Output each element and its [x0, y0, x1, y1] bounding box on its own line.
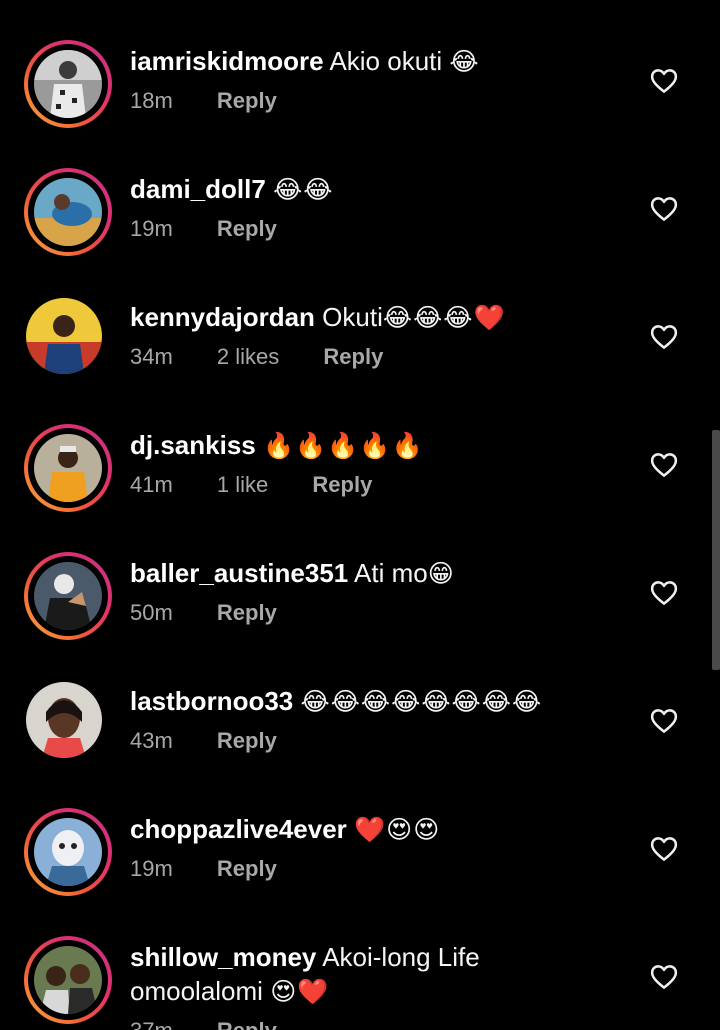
comment-likes[interactable]: 2 likes — [217, 344, 279, 370]
scrollbar[interactable] — [712, 430, 720, 670]
comment-item: choppazlive4ever ❤️😍😍 19m Reply — [0, 808, 720, 936]
comment-emoji: 😂😂😂❤️ — [382, 303, 506, 332]
comment-time: 19m — [130, 856, 173, 881]
comment-emoji: 😂😂😂😂😂😂😂😂 — [300, 687, 543, 716]
comment-emoji: 😂😂 — [273, 175, 334, 204]
avatar[interactable] — [24, 40, 112, 128]
reply-button[interactable]: Reply — [312, 472, 372, 498]
comment-username[interactable]: dami_doll7 — [130, 174, 266, 204]
comment-time: 37m — [130, 1018, 173, 1030]
comment-time: 50m — [130, 600, 173, 625]
comment-text: dj.sankiss 🔥🔥🔥🔥🔥 — [130, 428, 630, 463]
comment-item: kennydajordan Okuti😂😂😂❤️ 34m 2 likes Rep… — [0, 296, 720, 424]
reply-button[interactable]: Reply — [217, 600, 277, 626]
comment-time: 34m — [130, 344, 173, 369]
comment-username[interactable]: lastbornoo33 — [130, 686, 293, 716]
comment-meta: 19m Reply — [130, 856, 315, 882]
heart-outline-icon[interactable] — [649, 450, 679, 480]
comment-username[interactable]: kennydajordan — [130, 302, 315, 332]
comment-username[interactable]: shillow_money — [130, 942, 316, 972]
comment-item: dj.sankiss 🔥🔥🔥🔥🔥 41m 1 like Reply — [0, 424, 720, 552]
comment-emoji: 😂 — [449, 47, 480, 76]
comment-item: baller_austine351 Ati mo😁 50m Reply — [0, 552, 720, 680]
comment-item: dami_doll7 😂😂 19m Reply — [0, 168, 720, 296]
comment-time: 19m — [130, 216, 173, 241]
comment-likes[interactable]: 1 like — [217, 472, 268, 498]
reply-button[interactable]: Reply — [217, 216, 277, 242]
comment-body-continued: omoolalomi — [130, 976, 263, 1006]
comment-emoji: 😁 — [427, 559, 455, 588]
heart-outline-icon[interactable] — [649, 578, 679, 608]
avatar[interactable] — [24, 424, 112, 512]
comment-username[interactable]: dj.sankiss — [130, 430, 256, 460]
comment-item: lastbornoo33 😂😂😂😂😂😂😂😂 43m Reply — [0, 680, 720, 808]
heart-outline-icon[interactable] — [649, 322, 679, 352]
heart-outline-icon[interactable] — [649, 66, 679, 96]
comment-item: shillow_money Akoi-long Life omoolalomi … — [0, 936, 720, 1030]
comment-time: 18m — [130, 88, 173, 113]
comment-body: Akio okuti — [329, 46, 443, 76]
comment-item: iamriskidmoore Akio okuti 😂 18m Reply — [0, 40, 720, 168]
comment-body: Akoi-long Life — [322, 942, 480, 972]
comment-emoji: ❤️😍😍 — [354, 815, 441, 844]
reply-button[interactable]: Reply — [217, 728, 277, 754]
comment-meta: 41m 1 like Reply — [130, 472, 410, 498]
avatar[interactable] — [24, 296, 112, 384]
comment-text: choppazlive4ever ❤️😍😍 — [130, 812, 630, 847]
heart-outline-icon[interactable] — [649, 706, 679, 736]
comment-meta: 43m Reply — [130, 728, 315, 754]
comment-body: Ati mo — [354, 558, 428, 588]
comment-username[interactable]: baller_austine351 — [130, 558, 348, 588]
comment-username[interactable]: choppazlive4ever — [130, 814, 347, 844]
heart-outline-icon[interactable] — [649, 962, 679, 992]
comment-text: shillow_money Akoi-long Life omoolalomi … — [130, 940, 630, 1009]
comment-emoji: 🔥🔥🔥🔥🔥 — [262, 431, 424, 460]
comment-meta: 50m Reply — [130, 600, 315, 626]
avatar[interactable] — [24, 168, 112, 256]
comment-meta: 37m Reply — [130, 1018, 315, 1030]
comment-time: 43m — [130, 728, 173, 753]
avatar[interactable] — [24, 680, 112, 768]
comment-meta: 34m 2 likes Reply — [130, 344, 421, 370]
comment-meta: 19m Reply — [130, 216, 315, 242]
reply-button[interactable]: Reply — [323, 344, 383, 370]
comment-body: Okuti — [322, 302, 383, 332]
avatar[interactable] — [24, 552, 112, 640]
comment-emoji: 😍❤️ — [270, 977, 330, 1006]
comment-text: lastbornoo33 😂😂😂😂😂😂😂😂 — [130, 684, 630, 719]
reply-button[interactable]: Reply — [217, 1018, 277, 1030]
avatar[interactable] — [24, 936, 112, 1024]
comment-meta: 18m Reply — [130, 88, 315, 114]
reply-button[interactable]: Reply — [217, 856, 277, 882]
comment-text: baller_austine351 Ati mo😁 — [130, 556, 630, 591]
heart-outline-icon[interactable] — [649, 194, 679, 224]
comment-text: iamriskidmoore Akio okuti 😂 — [130, 44, 630, 79]
comment-text: kennydajordan Okuti😂😂😂❤️ — [130, 300, 630, 335]
comment-username[interactable]: iamriskidmoore — [130, 46, 324, 76]
reply-button[interactable]: Reply — [217, 88, 277, 114]
comment-time: 41m — [130, 472, 173, 497]
avatar[interactable] — [24, 808, 112, 896]
comment-text: dami_doll7 😂😂 — [130, 172, 630, 207]
heart-outline-icon[interactable] — [649, 834, 679, 864]
